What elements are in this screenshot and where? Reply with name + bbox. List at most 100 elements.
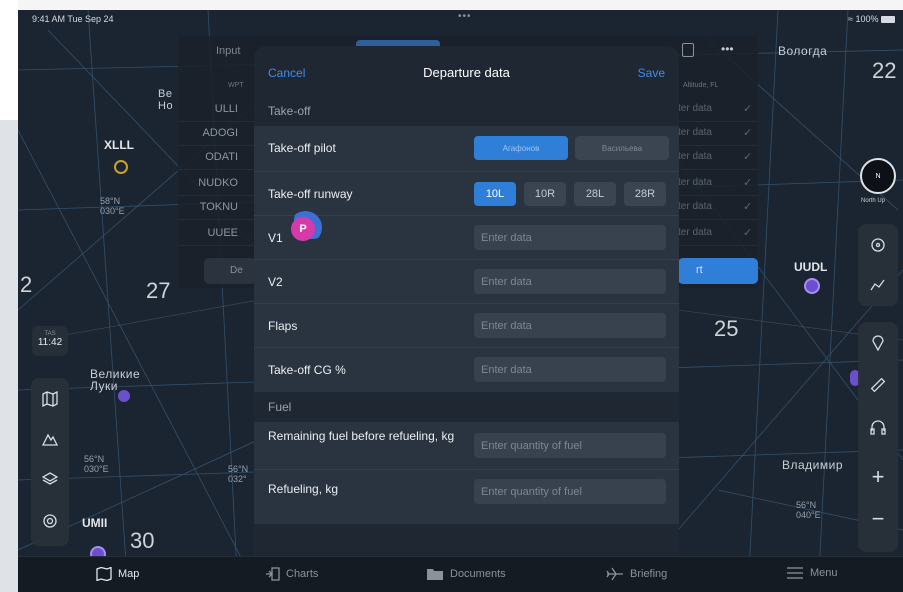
export-button[interactable]: rt bbox=[678, 258, 758, 284]
user-avatar[interactable]: P bbox=[289, 211, 322, 244]
plane-icon bbox=[606, 567, 623, 581]
takeoff-cg-label: Take-off CG % bbox=[268, 363, 346, 377]
airport-code[interactable]: UMII bbox=[82, 516, 107, 530]
row-remaining-fuel: Remaining fuel before refueling, kg bbox=[254, 422, 679, 470]
airport-icon[interactable] bbox=[118, 390, 130, 402]
v1-label: V1 bbox=[268, 231, 283, 245]
column-header-wpt: WPT bbox=[228, 82, 244, 89]
section-header-fuel: Fuel bbox=[254, 392, 679, 422]
map-coordinate: 56°N 040°E bbox=[796, 500, 821, 520]
target-icon[interactable] bbox=[863, 230, 893, 260]
right-toolbar-bottom: + − bbox=[858, 322, 898, 552]
tab-label: Briefing bbox=[630, 568, 668, 580]
section-title: Take-off bbox=[268, 104, 311, 118]
map-layers-icon[interactable] bbox=[35, 384, 65, 414]
row-takeoff-cg: Take-off CG % bbox=[254, 348, 679, 392]
altitude-placeholder[interactable]: ter data bbox=[678, 103, 712, 114]
export-label: rt bbox=[696, 264, 703, 276]
runway-option[interactable]: 10R bbox=[524, 182, 566, 206]
waypoint-name: TOKNU bbox=[199, 201, 238, 213]
tab-menu[interactable]: Menu bbox=[786, 567, 838, 579]
row-v2: V2 bbox=[254, 260, 679, 304]
more-icon[interactable]: ••• bbox=[721, 42, 734, 56]
runway-option-selected[interactable]: 10L bbox=[474, 182, 516, 206]
row-takeoff-pilot: Take-off pilot Агафонов Васильева bbox=[254, 126, 679, 172]
terrain-icon[interactable] bbox=[35, 424, 65, 454]
add-waypoint-icon[interactable] bbox=[863, 328, 893, 358]
settings-icon[interactable] bbox=[35, 506, 65, 536]
right-toolbar-top bbox=[858, 224, 898, 306]
waypoint-name: ADOGI bbox=[202, 127, 238, 139]
flaps-input[interactable] bbox=[474, 313, 666, 338]
altitude-placeholder[interactable]: ter data bbox=[678, 227, 712, 238]
row-refueling: Refueling, kg bbox=[254, 470, 679, 524]
check-icon: ✓ bbox=[743, 201, 753, 213]
avatar-letter: P bbox=[291, 217, 315, 241]
tab-input[interactable]: Input bbox=[216, 45, 240, 57]
compass-icon[interactable]: N bbox=[860, 158, 896, 194]
waypoint-name: ULLI bbox=[214, 103, 238, 115]
battery-text: 100% bbox=[855, 14, 879, 24]
battery-indicator: ≈ 100% bbox=[848, 14, 895, 24]
headphones-icon[interactable] bbox=[863, 412, 893, 442]
altitude-placeholder[interactable]: ter data bbox=[678, 127, 712, 138]
tab-charts[interactable]: Charts bbox=[264, 567, 318, 581]
menu-icon bbox=[787, 567, 803, 579]
section-title: Fuel bbox=[268, 400, 292, 414]
waypoint-name: ODATI bbox=[205, 151, 238, 163]
airport-code[interactable]: XLLL bbox=[104, 138, 134, 152]
row-flaps: Flaps bbox=[254, 304, 679, 348]
multitask-dots[interactable]: ••• bbox=[458, 11, 472, 22]
map-coordinate: 58°N 030°E bbox=[100, 196, 125, 216]
altitude-placeholder[interactable]: ter data bbox=[678, 177, 712, 188]
map-icon bbox=[96, 567, 112, 581]
map-sector-number: 27 bbox=[146, 278, 171, 303]
v1-input[interactable] bbox=[474, 225, 666, 250]
left-toolbar bbox=[31, 378, 69, 546]
airport-icon[interactable] bbox=[804, 278, 820, 294]
tab-documents[interactable]: Documents bbox=[426, 567, 506, 581]
tab-label: Menu bbox=[810, 567, 838, 579]
save-button[interactable]: Save bbox=[638, 66, 665, 80]
zoom-in-icon[interactable]: + bbox=[863, 462, 893, 492]
tab-briefing[interactable]: Briefing bbox=[606, 567, 667, 581]
v2-input[interactable] bbox=[474, 269, 666, 294]
remaining-fuel-label: Remaining fuel before refueling, kg bbox=[268, 429, 455, 443]
charts-icon bbox=[266, 567, 280, 581]
altitude-placeholder[interactable]: ter data bbox=[678, 151, 712, 162]
takeoff-cg-input[interactable] bbox=[474, 357, 666, 382]
pilot-option-selected[interactable]: Агафонов bbox=[474, 136, 568, 160]
north-up-label[interactable]: North Up bbox=[861, 198, 885, 204]
map-coordinate: 56°N 032° bbox=[228, 464, 249, 484]
zoom-out-icon[interactable]: − bbox=[863, 504, 893, 534]
airport-code[interactable]: UUDL bbox=[794, 260, 827, 274]
map-label-city: Вологда bbox=[778, 44, 828, 58]
takeoff-runway-label: Take-off runway bbox=[268, 187, 353, 201]
ipad-screen: 9:41 AM Tue Sep 24 ••• ≈ 100% Вологда Ве… bbox=[18, 10, 903, 592]
takeoff-pilot-label: Take-off pilot bbox=[268, 141, 336, 155]
toolbar-save-icon[interactable] bbox=[682, 43, 694, 57]
refueling-input[interactable] bbox=[474, 479, 666, 504]
route-icon[interactable] bbox=[863, 270, 893, 300]
check-icon: ✓ bbox=[743, 151, 753, 163]
column-header-altitude: Altitude, FL bbox=[683, 82, 719, 89]
flaps-label: Flaps bbox=[268, 319, 298, 333]
bottom-left-label: De bbox=[230, 265, 243, 276]
remaining-fuel-input[interactable] bbox=[474, 433, 666, 458]
map-label-city: Be Но bbox=[158, 88, 174, 112]
status-time: 9:41 AM Tue Sep 24 bbox=[32, 14, 114, 24]
map-sector-number: 25 bbox=[714, 316, 739, 341]
runway-option[interactable]: 28R bbox=[624, 182, 666, 206]
tab-map[interactable]: Map bbox=[96, 567, 139, 581]
folder-icon bbox=[427, 569, 443, 580]
check-icon: ✓ bbox=[743, 227, 753, 239]
departure-data-modal: Cancel Departure data Save Take-off Take… bbox=[254, 46, 679, 569]
ruler-icon[interactable] bbox=[863, 370, 893, 400]
runway-option[interactable]: 28L bbox=[574, 182, 616, 206]
layers-icon[interactable] bbox=[35, 464, 65, 494]
bottom-left-fragment[interactable]: De bbox=[204, 258, 256, 284]
background-strip bbox=[0, 0, 903, 10]
airport-icon[interactable] bbox=[114, 160, 128, 174]
altitude-placeholder[interactable]: ter data bbox=[678, 201, 712, 212]
pilot-option[interactable]: Васильева bbox=[575, 136, 669, 160]
